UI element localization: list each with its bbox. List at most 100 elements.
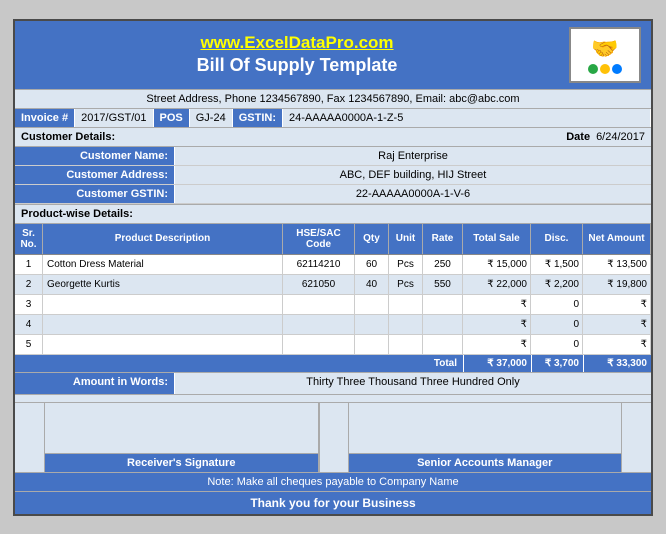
customer-address-value: ABC, DEF building, HIJ Street bbox=[175, 166, 651, 184]
date-block: Date 6/24/2017 bbox=[560, 128, 651, 146]
thankyou-bar: Thank you for your Business bbox=[15, 492, 651, 514]
col-disc-header: Disc. bbox=[531, 224, 583, 254]
table-header: Sr. No. Product Description HSE/SAC Code… bbox=[15, 224, 651, 255]
td-net: ₹ 13,500 bbox=[583, 255, 651, 274]
logo-circles bbox=[588, 64, 622, 74]
td-rate bbox=[423, 295, 463, 314]
date-label: Date bbox=[566, 131, 590, 143]
td-net: ₹ bbox=[583, 335, 651, 354]
td-desc bbox=[43, 295, 283, 314]
receiver-sig-area bbox=[45, 403, 318, 454]
customer-name-row: Customer Name: Raj Enterprise bbox=[15, 147, 651, 166]
td-sr: 1 bbox=[15, 255, 43, 274]
col-qty-header: Qty bbox=[355, 224, 389, 254]
td-desc: Cotton Dress Material bbox=[43, 255, 283, 274]
sig-right-spacer bbox=[621, 403, 651, 472]
receiver-sig-box: Receiver's Signature bbox=[45, 403, 319, 472]
circle-yellow bbox=[600, 64, 610, 74]
gstin-label: GSTIN: bbox=[233, 109, 283, 127]
invoice-label: Invoice # bbox=[15, 109, 75, 127]
address-bar: Street Address, Phone 1234567890, Fax 12… bbox=[15, 89, 651, 109]
td-unit: Pcs bbox=[389, 255, 423, 274]
note-bar: Note: Make all cheques payable to Compan… bbox=[15, 473, 651, 492]
td-hse: 621050 bbox=[283, 275, 355, 294]
col-unit-header: Unit bbox=[389, 224, 423, 254]
customer-address-label: Customer Address: bbox=[15, 166, 175, 184]
table-row: 5 ₹ 0 ₹ bbox=[15, 335, 651, 355]
product-section-label: Product-wise Details: bbox=[15, 205, 651, 224]
customer-name-value: Raj Enterprise bbox=[175, 147, 651, 165]
invoice-number: 2017/GST/01 bbox=[75, 109, 153, 127]
td-qty bbox=[355, 295, 389, 314]
td-totalsale: ₹ 15,000 bbox=[463, 255, 531, 274]
table-row: 2 Georgette Kurtis 621050 40 Pcs 550 ₹ 2… bbox=[15, 275, 651, 295]
logo-box: 🤝 bbox=[569, 27, 641, 83]
sig-middle-spacer bbox=[319, 403, 349, 472]
td-rate: 250 bbox=[423, 255, 463, 274]
amount-words-label: Amount in Words: bbox=[15, 373, 175, 394]
circle-green bbox=[588, 64, 598, 74]
amount-words-value: Thirty Three Thousand Three Hundred Only bbox=[175, 373, 651, 394]
col-totalsale-header: Total Sale bbox=[463, 224, 531, 254]
td-sr: 3 bbox=[15, 295, 43, 314]
customer-gstin-value: 22-AAAAA0000A-1-V-6 bbox=[175, 185, 651, 203]
td-disc: ₹ 2,200 bbox=[531, 275, 583, 294]
accounts-sig-area bbox=[349, 403, 622, 454]
customer-address-row: Customer Address: ABC, DEF building, HIJ… bbox=[15, 166, 651, 185]
table-row: 3 ₹ 0 ₹ bbox=[15, 295, 651, 315]
td-hse bbox=[283, 335, 355, 354]
total-net-value: ₹ 33,300 bbox=[583, 355, 651, 372]
table-row: 1 Cotton Dress Material 62114210 60 Pcs … bbox=[15, 255, 651, 275]
date-value: 6/24/2017 bbox=[596, 131, 645, 143]
amount-words-row: Amount in Words: Thirty Three Thousand T… bbox=[15, 373, 651, 395]
header-title-block: www.ExcelDataPro.com Bill Of Supply Temp… bbox=[25, 33, 569, 76]
td-totalsale: ₹ 22,000 bbox=[463, 275, 531, 294]
td-hse bbox=[283, 315, 355, 334]
customer-section: Customer Details: Date 6/24/2017 Custome… bbox=[15, 128, 651, 205]
invoice-container: www.ExcelDataPro.com Bill Of Supply Temp… bbox=[13, 19, 653, 516]
total-label: Total bbox=[15, 355, 463, 372]
td-hse: 62114210 bbox=[283, 255, 355, 274]
td-net: ₹ bbox=[583, 295, 651, 314]
td-hse bbox=[283, 295, 355, 314]
td-desc bbox=[43, 315, 283, 334]
signature-section: Receiver's Signature Senior Accounts Man… bbox=[15, 403, 651, 473]
customer-section-label: Customer Details: bbox=[15, 128, 560, 146]
td-desc: Georgette Kurtis bbox=[43, 275, 283, 294]
td-net: ₹ 19,800 bbox=[583, 275, 651, 294]
td-sr: 2 bbox=[15, 275, 43, 294]
td-disc: 0 bbox=[531, 315, 583, 334]
bill-title: Bill Of Supply Template bbox=[25, 55, 569, 76]
td-net: ₹ bbox=[583, 315, 651, 334]
td-rate bbox=[423, 335, 463, 354]
col-hse-header: HSE/SAC Code bbox=[283, 224, 355, 254]
customer-gstin-label: Customer GSTIN: bbox=[15, 185, 175, 203]
td-rate bbox=[423, 315, 463, 334]
td-unit bbox=[389, 295, 423, 314]
td-unit bbox=[389, 315, 423, 334]
td-totalsale: ₹ bbox=[463, 315, 531, 334]
customer-name-label: Customer Name: bbox=[15, 147, 175, 165]
gstin-value: 24-AAAAA0000A-1-Z-5 bbox=[283, 109, 651, 127]
td-totalsale: ₹ bbox=[463, 335, 531, 354]
td-unit: Pcs bbox=[389, 275, 423, 294]
accounts-sig-label: Senior Accounts Manager bbox=[349, 454, 622, 472]
td-qty bbox=[355, 335, 389, 354]
receiver-sig-label: Receiver's Signature bbox=[45, 454, 318, 472]
spacer bbox=[15, 395, 651, 403]
td-disc: ₹ 1,500 bbox=[531, 255, 583, 274]
header-section: www.ExcelDataPro.com Bill Of Supply Temp… bbox=[15, 21, 651, 89]
customer-header-row: Customer Details: Date 6/24/2017 bbox=[15, 128, 651, 147]
circle-blue bbox=[612, 64, 622, 74]
total-row: Total ₹ 37,000 ₹ 3,700 ₹ 33,300 bbox=[15, 355, 651, 373]
col-net-header: Net Amount bbox=[583, 224, 651, 254]
col-sr-header: Sr. No. bbox=[15, 224, 43, 254]
table-row: 4 ₹ 0 ₹ bbox=[15, 315, 651, 335]
td-rate: 550 bbox=[423, 275, 463, 294]
td-sr: 5 bbox=[15, 335, 43, 354]
col-rate-header: Rate bbox=[423, 224, 463, 254]
td-qty: 40 bbox=[355, 275, 389, 294]
invoice-info-row: Invoice # 2017/GST/01 POS GJ-24 GSTIN: 2… bbox=[15, 109, 651, 128]
td-qty bbox=[355, 315, 389, 334]
td-sr: 4 bbox=[15, 315, 43, 334]
